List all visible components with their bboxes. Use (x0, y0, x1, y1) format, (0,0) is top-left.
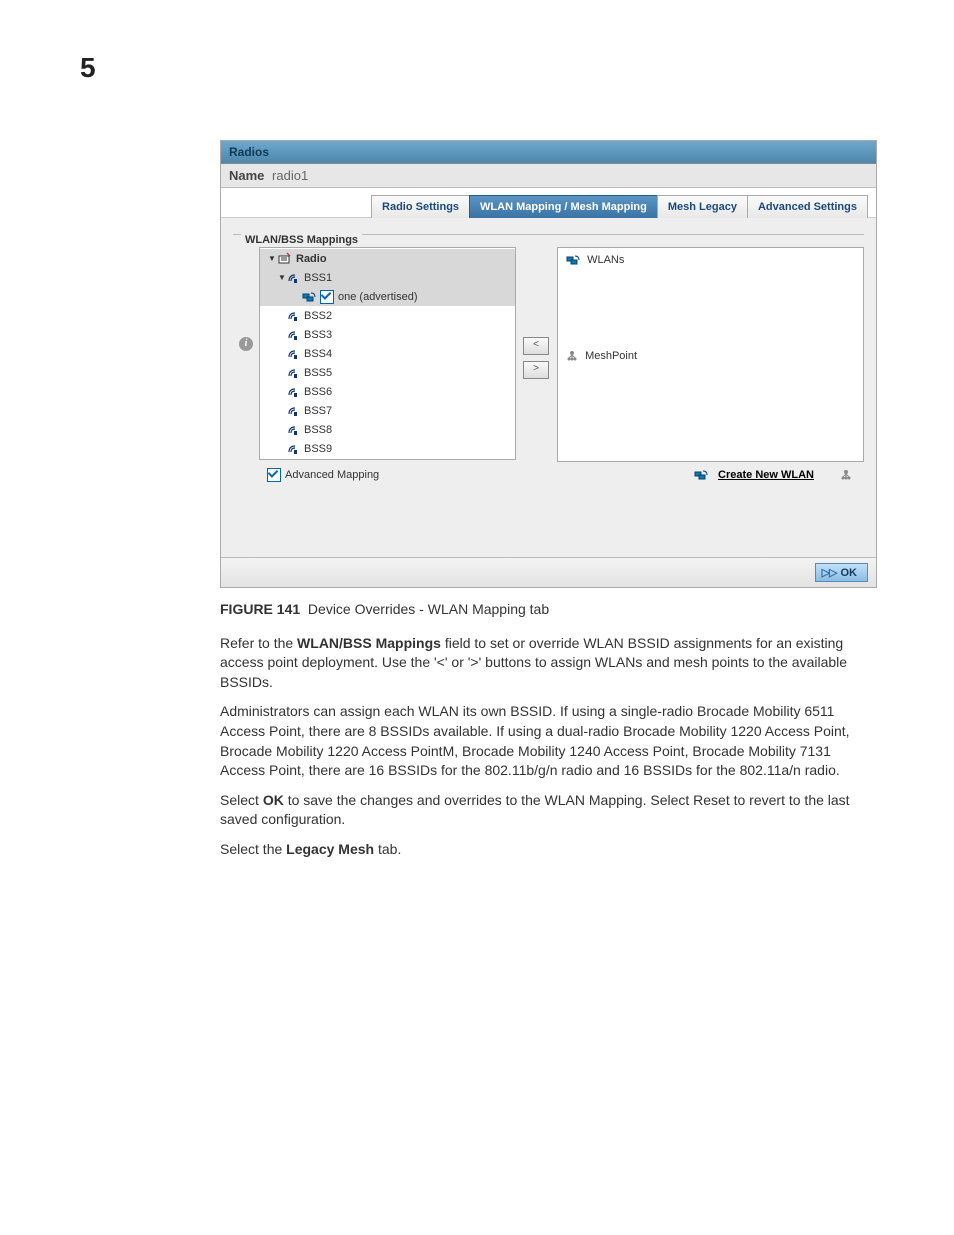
wlan-icon (302, 291, 316, 303)
tree-bss2[interactable]: BSS2 (260, 306, 515, 325)
figure-number: FIGURE 141 (220, 601, 300, 617)
document-text: FIGURE 141 Device Overrides - WLAN Mappi… (220, 600, 875, 860)
footer-bar: ▷▷ OK (221, 557, 876, 587)
antenna-icon (288, 442, 300, 455)
tree-root-label: Radio (296, 253, 327, 265)
tree-bss1-child[interactable]: one (advertised) (260, 287, 515, 306)
tab-advanced-settings[interactable]: Advanced Settings (747, 195, 868, 218)
tree-item-label: BSS2 (304, 310, 332, 322)
antenna-icon (288, 423, 300, 436)
antenna-icon (288, 404, 300, 417)
panel-title: Radios (221, 141, 876, 164)
panel-body: WLAN/BSS Mappings i ▼ Radio ▼ (221, 218, 876, 496)
move-right-button[interactable]: > (523, 361, 549, 379)
antenna-icon (288, 309, 300, 322)
tree-bss4[interactable]: BSS4 (260, 344, 515, 363)
radio-icon (278, 252, 292, 265)
move-left-button[interactable]: < (523, 337, 549, 355)
checkbox-icon[interactable] (267, 468, 281, 482)
antenna-icon (288, 328, 300, 341)
tree-item-label: BSS9 (304, 443, 332, 455)
name-label: Name (229, 168, 264, 183)
tab-mesh-legacy[interactable]: Mesh Legacy (657, 195, 748, 218)
paragraph-3: Select OK to save the changes and overri… (220, 791, 875, 830)
create-new-wlan-link[interactable]: Create New WLAN (718, 469, 814, 481)
paragraph-4: Select the Legacy Mesh tab. (220, 840, 875, 860)
figure-caption: FIGURE 141 Device Overrides - WLAN Mappi… (220, 600, 875, 620)
radios-panel: Radios Name radio1 Radio SettingsWLAN Ma… (220, 140, 877, 588)
advanced-mapping-label: Advanced Mapping (285, 469, 379, 481)
wlan-list[interactable]: WLANs MeshPoint (557, 247, 864, 462)
text: Select (220, 792, 263, 808)
tab-radio-settings[interactable]: Radio Settings (371, 195, 470, 218)
wlans-item[interactable]: WLANs (566, 252, 855, 268)
play-icon: ▷▷ (822, 567, 837, 579)
tree-root[interactable]: ▼ Radio (260, 249, 515, 268)
tabs-row: Radio SettingsWLAN Mapping / Mesh Mappin… (221, 188, 876, 218)
tree-bss5[interactable]: BSS5 (260, 363, 515, 382)
text-bold: OK (263, 792, 284, 808)
meshpoint-item[interactable]: MeshPoint (566, 348, 855, 364)
paragraph-2: Administrators can assign each WLAN its … (220, 702, 875, 780)
tree-item-label: BSS7 (304, 405, 332, 417)
tree-item-label: BSS6 (304, 386, 332, 398)
antenna-icon (288, 347, 300, 360)
name-value: radio1 (272, 168, 308, 183)
text-bold: WLAN/BSS Mappings (297, 635, 441, 651)
ok-label: OK (841, 567, 858, 579)
figure-caption-text: Device Overrides - WLAN Mapping tab (308, 601, 549, 617)
tree-item-label: BSS8 (304, 424, 332, 436)
mesh-icon (566, 350, 578, 362)
tree-item-label: BSS4 (304, 348, 332, 360)
wlan-icon (566, 254, 580, 266)
wlans-label: WLANs (587, 254, 624, 266)
info-icon[interactable]: i (239, 337, 253, 351)
page-number: 5 (80, 52, 96, 84)
fieldset-label: WLAN/BSS Mappings (241, 234, 362, 246)
tree-bss9[interactable]: BSS9 (260, 439, 515, 458)
antenna-icon (288, 385, 300, 398)
name-row: Name radio1 (221, 164, 876, 188)
tree-bss7[interactable]: BSS7 (260, 401, 515, 420)
text: Refer to the (220, 635, 297, 651)
checkbox-icon[interactable] (320, 290, 334, 304)
text: tab. (374, 841, 401, 857)
ok-button[interactable]: ▷▷ OK (815, 563, 868, 582)
tree-bss1[interactable]: ▼ BSS1 (260, 268, 515, 287)
tab-wlan-mapping[interactable]: WLAN Mapping / Mesh Mapping (469, 195, 658, 218)
tree-item-label: BSS3 (304, 329, 332, 341)
tree-bss3[interactable]: BSS3 (260, 325, 515, 344)
text-bold: Legacy Mesh (286, 841, 374, 857)
tree-bss6[interactable]: BSS6 (260, 382, 515, 401)
antenna-icon (288, 271, 300, 284)
expand-icon[interactable]: ▼ (268, 254, 278, 263)
text: to save the changes and overrides to the… (220, 792, 850, 828)
paragraph-1: Refer to the WLAN/BSS Mappings field to … (220, 634, 875, 693)
wlan-icon (694, 469, 708, 481)
tree-item-label: BSS5 (304, 367, 332, 379)
tree-bss1-child-label: one (advertised) (338, 291, 418, 303)
meshpoint-label: MeshPoint (585, 350, 637, 362)
advanced-mapping-checkbox[interactable]: Advanced Mapping (267, 468, 379, 482)
tree-bss8[interactable]: BSS8 (260, 420, 515, 439)
expand-icon[interactable]: ▼ (278, 273, 288, 282)
bss-tree[interactable]: ▼ Radio ▼ BSS1 one (advertised) (259, 247, 516, 460)
text: Select the (220, 841, 286, 857)
mesh-icon (840, 469, 852, 481)
antenna-icon (288, 366, 300, 379)
tree-bss1-label: BSS1 (304, 272, 332, 284)
